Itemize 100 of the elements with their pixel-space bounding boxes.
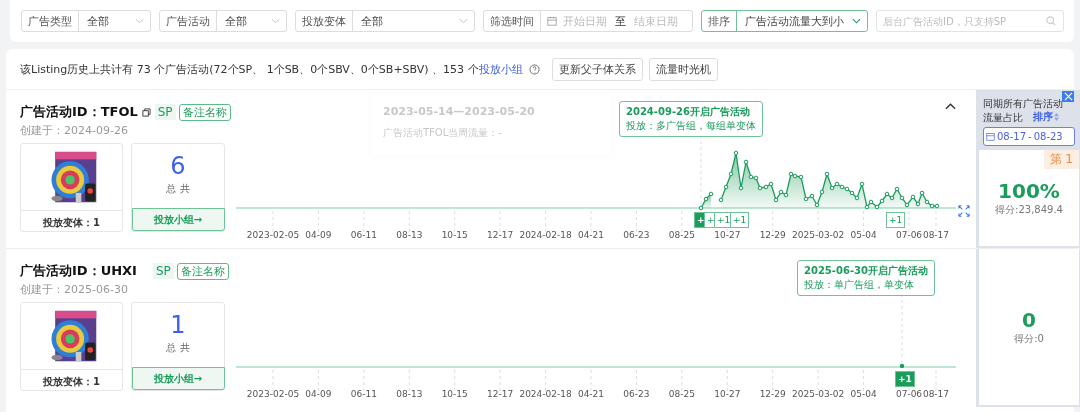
event-marker[interactable]: +1 bbox=[895, 371, 915, 387]
axis-tick-label: 2023-02-05 bbox=[246, 230, 300, 240]
filter-label: 投放变体 bbox=[296, 11, 353, 31]
expand-icon[interactable] bbox=[958, 205, 970, 217]
filter-label: 排序 bbox=[702, 11, 737, 31]
axis-tick-label: 08-25 bbox=[668, 389, 695, 399]
close-button[interactable] bbox=[1062, 91, 1074, 102]
variant-count: 投放变体：1 bbox=[21, 210, 122, 230]
axis-tick-label: 04-09 bbox=[305, 389, 332, 399]
axis-tick-label: 07-06 bbox=[895, 230, 923, 240]
axis-tick-label: 05-04 bbox=[850, 230, 877, 240]
help-icon[interactable] bbox=[528, 63, 540, 75]
sort-link[interactable]: 排序 bbox=[1033, 110, 1059, 124]
axis-tick-label: 08-17 bbox=[922, 389, 950, 399]
axis-tick-label: 05-04 bbox=[850, 389, 877, 399]
date-end: 08-23 bbox=[1033, 131, 1063, 142]
sort-select[interactable]: 排序 广告活动流量大到小 bbox=[701, 10, 868, 32]
type-tag: SP bbox=[154, 104, 176, 120]
axis-tick-label: 06-23 bbox=[623, 389, 650, 399]
created-date: 创建于：2024-09-26 bbox=[20, 123, 129, 138]
filter-label: 广告活动 bbox=[160, 11, 217, 31]
rank-badge: 第 1 bbox=[1043, 150, 1079, 169]
variant-count: 投放变体：1 bbox=[21, 369, 122, 389]
sort-icon bbox=[1054, 113, 1059, 121]
axis-tick-label: 06-11 bbox=[350, 230, 377, 240]
axis-tick-label: 10-15 bbox=[441, 230, 468, 240]
note-tag[interactable]: 备注名称 bbox=[178, 103, 231, 121]
copy-icon[interactable] bbox=[141, 107, 151, 117]
start-date-placeholder: 开始日期 bbox=[563, 13, 607, 29]
calendar-icon bbox=[547, 16, 557, 26]
axis-tick-label: 2025-03-02 bbox=[792, 389, 845, 399]
axis-tick-label: 04-09 bbox=[305, 230, 332, 240]
axis-tick-label: 08-25 bbox=[668, 230, 695, 240]
traffic-share: 0 bbox=[1022, 308, 1036, 332]
callout-text: 投放：单广告组，单变体 bbox=[804, 278, 915, 292]
axis-tick-label: 12-17 bbox=[487, 389, 514, 399]
count-label: 总 共 bbox=[166, 182, 190, 196]
select-value: 全部 bbox=[224, 13, 248, 29]
range-separator: 至 bbox=[615, 13, 626, 29]
axis-tick-label: 2023-02-05 bbox=[246, 389, 300, 399]
event-marker[interactable]: +1 bbox=[886, 212, 906, 228]
filter-select[interactable]: 广告类型 全部 bbox=[21, 10, 151, 32]
axis-tick-label: 2025-03-02 bbox=[792, 230, 845, 240]
filter-label: 广告类型 bbox=[22, 11, 79, 31]
axis-tick-label: 04-21 bbox=[577, 230, 605, 240]
score-text: 得分:23,849.4 bbox=[995, 203, 1063, 217]
search-icon bbox=[1046, 16, 1056, 26]
callout-title: 2024-09-26开启广告活动 bbox=[626, 105, 751, 119]
note-tag[interactable]: 备注名称 bbox=[176, 262, 229, 280]
calendar-icon bbox=[986, 132, 995, 141]
filter-select[interactable]: 广告活动 全部 bbox=[159, 10, 287, 32]
link[interactable]: 投放小组 bbox=[478, 62, 523, 76]
date-range-field[interactable]: 筛选时间 开始日期 至 结束日期 bbox=[483, 10, 693, 32]
date-separator: - bbox=[1028, 131, 1032, 142]
chevron-down-icon bbox=[459, 18, 468, 24]
chevron-down-icon bbox=[135, 18, 144, 24]
axis-tick-label: 12-29 bbox=[759, 230, 786, 240]
chevron-up-icon[interactable] bbox=[945, 102, 956, 110]
axis-tick-label: 08-13 bbox=[396, 389, 423, 399]
group-count: 1 bbox=[170, 311, 186, 339]
chevron-down-icon bbox=[271, 18, 280, 24]
axis-tick-label: 12-29 bbox=[759, 389, 786, 399]
axis-tick-label: 08-13 bbox=[396, 230, 423, 240]
campaign-title: 广告活动ID：TFOL bbox=[20, 103, 138, 121]
callout-text: 投放：多广告组，每组单变体 bbox=[626, 119, 756, 133]
axis-tick-label: 10-15 bbox=[441, 389, 468, 399]
date-range-chip[interactable]: 08-17 - 08-23 bbox=[983, 127, 1075, 146]
chevron-down-icon bbox=[852, 18, 861, 24]
axis-tick-label: 10-27 bbox=[714, 389, 741, 399]
axis-tick-label: 06-23 bbox=[623, 230, 650, 240]
axis-tick-label: 06-11 bbox=[350, 389, 377, 399]
select-value: 广告活动流量大到小 bbox=[744, 13, 845, 29]
filter-label: 筛选时间 bbox=[484, 11, 541, 31]
type-tag: SP bbox=[152, 263, 174, 279]
created-date: 创建于：2025-06-30 bbox=[20, 282, 129, 297]
action-button[interactable]: 更新父子体关系 bbox=[551, 57, 643, 81]
campaign-title: 广告活动ID：UHXI bbox=[20, 262, 137, 280]
count-label: 总 共 bbox=[166, 341, 190, 355]
summary-text: 该Listing历史上共计有 73 个广告活动(72个SP、 1个SB、0个SBV、0个SB+SBV) 、153 个投放小组 bbox=[20, 61, 523, 77]
select-value: 全部 bbox=[86, 13, 110, 29]
callout-title: 2025-06-30开启广告活动 bbox=[804, 264, 928, 278]
axis-tick-label: 2024-02-18 bbox=[519, 389, 572, 399]
event-marker[interactable]: +1 bbox=[730, 212, 750, 228]
groups-button[interactable]: 投放小组→ bbox=[131, 208, 225, 231]
axis-tick-label: 2024-02-18 bbox=[519, 230, 572, 240]
action-button[interactable]: 流量时光机 bbox=[648, 57, 718, 81]
axis-tick-label: 12-17 bbox=[487, 230, 514, 240]
traffic-share: 100% bbox=[998, 179, 1060, 203]
share-title: 同期所有广告活动 bbox=[983, 97, 1064, 110]
search-field[interactable]: 后台广告活动ID，只支持SP bbox=[876, 10, 1064, 32]
groups-button[interactable]: 投放小组→ bbox=[131, 367, 225, 390]
end-date-placeholder: 结束日期 bbox=[634, 13, 678, 29]
axis-tick-label: 08-17 bbox=[922, 230, 950, 240]
filter-select[interactable]: 投放变体 全部 bbox=[295, 10, 475, 32]
date-start: 08-17 bbox=[997, 131, 1027, 142]
score-text: 得分:0 bbox=[1014, 332, 1044, 346]
launch-dot bbox=[899, 363, 905, 369]
axis-tick-label: 07-06 bbox=[895, 389, 923, 399]
axis-tick-label: 10-27 bbox=[714, 230, 741, 240]
share-title: 流量占比 bbox=[983, 110, 1023, 124]
